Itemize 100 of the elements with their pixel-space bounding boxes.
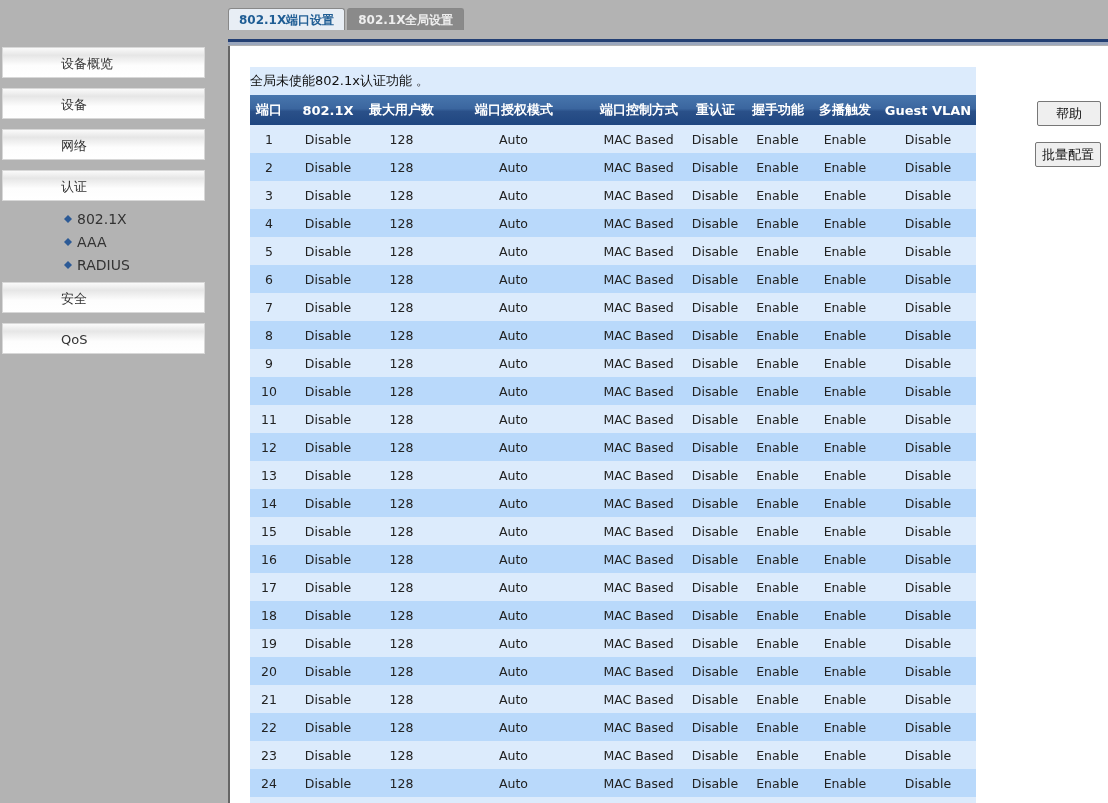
- table-cell: 13: [250, 461, 288, 489]
- table-cell: Disable: [685, 349, 745, 377]
- sidebar-item[interactable]: QoS: [2, 323, 205, 354]
- tab[interactable]: 802.1X端口设置: [228, 8, 346, 30]
- table-cell: Enable: [810, 517, 880, 545]
- table-cell: MAC Based: [592, 321, 685, 349]
- table-cell: 128: [368, 293, 435, 321]
- table-cell: Enable: [810, 181, 880, 209]
- table-cell: Enable: [745, 349, 810, 377]
- table-cell: Enable: [810, 209, 880, 237]
- table-cell: Disable: [288, 657, 368, 685]
- table-cell: 7: [250, 293, 288, 321]
- table-cell: 21: [250, 685, 288, 713]
- table-cell: Auto: [435, 769, 592, 797]
- sidebar-item[interactable]: 安全: [2, 282, 205, 313]
- table-cell: Disable: [685, 545, 745, 573]
- table-cell: MAC Based: [592, 209, 685, 237]
- table-cell: Enable: [745, 293, 810, 321]
- table-cell: Auto: [435, 349, 592, 377]
- column-header: Guest VLAN: [880, 95, 976, 125]
- submenu-link[interactable]: AAA: [77, 233, 107, 250]
- table-cell: MAC Based: [592, 769, 685, 797]
- table-cell: Enable: [810, 349, 880, 377]
- table-cell: Enable: [745, 433, 810, 461]
- table-cell: MAC Based: [592, 125, 685, 153]
- submenu-link[interactable]: 802.1X: [77, 210, 127, 227]
- sidebar-item[interactable]: 设备概览: [2, 47, 205, 78]
- table-cell: Disable: [288, 461, 368, 489]
- column-header: 802.1X: [288, 95, 368, 125]
- table-cell: MAC Based: [592, 601, 685, 629]
- table-cell: Disable: [685, 209, 745, 237]
- diamond-icon: [64, 214, 72, 223]
- table-cell: Disable: [685, 629, 745, 657]
- submenu-link[interactable]: RADIUS: [77, 256, 130, 273]
- table-cell: Auto: [435, 237, 592, 265]
- table-cell: Disable: [288, 405, 368, 433]
- table-cell: Enable: [745, 321, 810, 349]
- table-cell: Enable: [810, 741, 880, 769]
- table-cell: Enable: [745, 125, 810, 153]
- table-cell: Disable: [880, 237, 976, 265]
- table-cell: Enable: [745, 489, 810, 517]
- table-cell: Disable: [288, 629, 368, 657]
- table-cell: MAC Based: [592, 685, 685, 713]
- table-cell: Auto: [435, 125, 592, 153]
- table-cell: 18: [250, 601, 288, 629]
- table-cell: Auto: [435, 209, 592, 237]
- table-cell: Disable: [288, 349, 368, 377]
- table-cell: 128: [368, 321, 435, 349]
- table-cell: Enable: [810, 321, 880, 349]
- table-cell: Enable: [810, 433, 880, 461]
- sidebar-item[interactable]: 认证: [2, 170, 205, 201]
- table-cell: Enable: [810, 377, 880, 405]
- table-cell: Disable: [288, 237, 368, 265]
- table-cell: Disable: [685, 321, 745, 349]
- table-cell: Disable: [685, 433, 745, 461]
- table-cell: Disable: [880, 545, 976, 573]
- table-cell: Auto: [435, 405, 592, 433]
- table-cell: Disable: [880, 293, 976, 321]
- table-cell: 128: [368, 209, 435, 237]
- table-cell: Enable: [810, 293, 880, 321]
- table-cell: Disable: [685, 601, 745, 629]
- table-cell: Disable: [288, 601, 368, 629]
- table-cell: 128: [368, 685, 435, 713]
- table-cell: Disable: [685, 153, 745, 181]
- table-cell: 128: [368, 433, 435, 461]
- table-cell: Auto: [435, 545, 592, 573]
- action-button[interactable]: 帮助: [1037, 101, 1101, 126]
- column-header: 最大用户数: [368, 95, 435, 125]
- sidebar-item[interactable]: 设备: [2, 88, 205, 119]
- table-cell: Enable: [745, 657, 810, 685]
- diamond-icon: [64, 237, 72, 246]
- table-cell: 128: [368, 237, 435, 265]
- table-cell: 128: [368, 769, 435, 797]
- table-cell: Enable: [745, 153, 810, 181]
- table-cell: Disable: [880, 433, 976, 461]
- table-cell: Auto: [435, 181, 592, 209]
- table-cell: Disable: [880, 349, 976, 377]
- table-cell: 128: [368, 573, 435, 601]
- column-header: 端口控制方式: [592, 95, 685, 125]
- table-cell: Disable: [288, 153, 368, 181]
- table-cell: 11: [250, 405, 288, 433]
- table-cell: Disable: [880, 265, 976, 293]
- table-cell: Disable: [288, 769, 368, 797]
- table-cell: Enable: [745, 573, 810, 601]
- table-cell: Auto: [435, 321, 592, 349]
- column-header: 多播触发: [810, 95, 880, 125]
- table-cell: Enable: [745, 517, 810, 545]
- diamond-icon: [64, 260, 72, 269]
- table-cell: Disable: [288, 517, 368, 545]
- table-cell: Enable: [745, 685, 810, 713]
- table-cell: Disable: [685, 517, 745, 545]
- table-cell: Auto: [435, 265, 592, 293]
- table-cell: Disable: [880, 377, 976, 405]
- table-cell: Enable: [745, 377, 810, 405]
- table-cell: Disable: [880, 601, 976, 629]
- table-cell: Disable: [880, 517, 976, 545]
- table-cell: Enable: [745, 265, 810, 293]
- table-cell: 3: [250, 181, 288, 209]
- sidebar-item[interactable]: 网络: [2, 129, 205, 160]
- action-button[interactable]: 批量配置: [1035, 142, 1101, 167]
